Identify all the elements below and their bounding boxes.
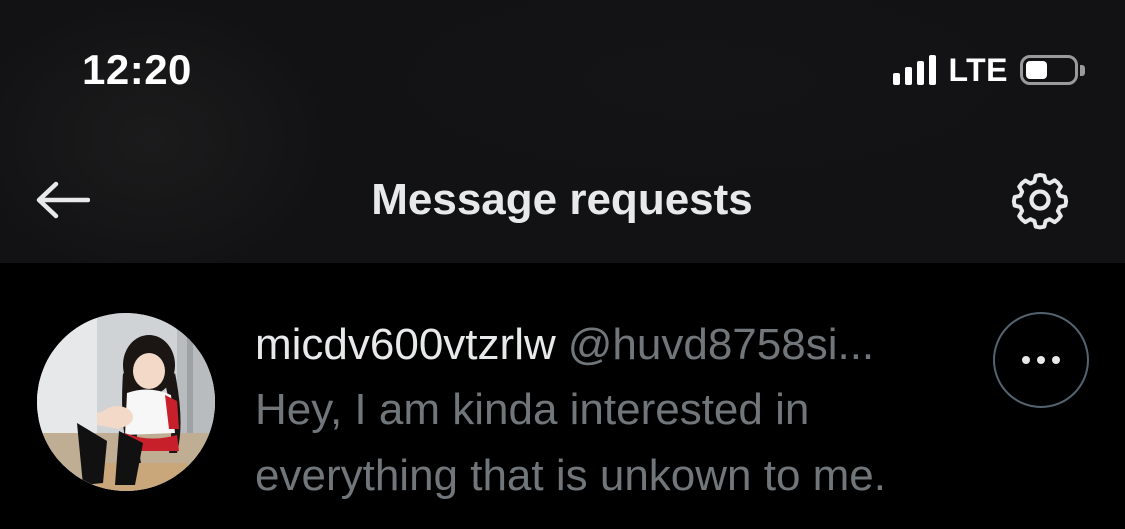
back-arrow-icon <box>36 181 90 219</box>
battery-level <box>1026 61 1047 79</box>
network-type: LTE <box>948 52 1008 88</box>
cellular-signal-icon <box>893 55 937 85</box>
more-options-button[interactable] <box>993 312 1089 408</box>
status-indicators: LTE <box>893 48 1085 92</box>
message-request-item[interactable]: micdv600vtzrlw @huvd8758si... Hey, I am k… <box>0 263 1125 529</box>
page-title: Message requests <box>371 175 753 224</box>
battery-icon <box>1020 55 1085 85</box>
avatar-photo <box>37 313 215 491</box>
battery-tip <box>1080 64 1085 76</box>
message-requests-screen: 12:20 LTE Message requests micdv600vtzrl… <box>0 0 1125 529</box>
battery-outline <box>1020 55 1078 85</box>
status-time: 12:20 <box>82 46 192 93</box>
settings-button[interactable] <box>1004 166 1076 234</box>
request-sender-line: micdv600vtzrlw @huvd8758si... <box>255 315 975 375</box>
message-preview: Hey, I am kinda interested in everything… <box>255 385 886 500</box>
avatar[interactable] <box>37 313 215 491</box>
sender-handle[interactable]: @huvd8758si... <box>568 320 874 369</box>
header: 12:20 LTE Message requests <box>0 0 1125 263</box>
sender-display-name[interactable]: micdv600vtzrlw <box>255 320 556 369</box>
more-horizontal-icon <box>1022 356 1060 364</box>
back-button[interactable] <box>30 170 94 230</box>
gear-icon <box>1011 172 1069 230</box>
